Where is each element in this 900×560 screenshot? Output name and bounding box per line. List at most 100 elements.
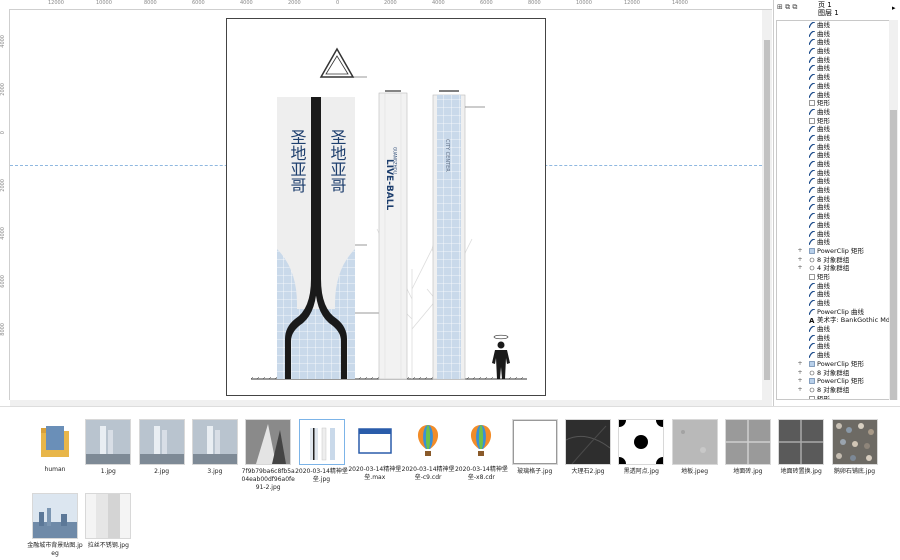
object-list-item[interactable]: 曲线 [777,325,889,334]
group-icon [809,387,815,393]
object-list-item[interactable]: 曲线 [777,186,889,195]
file-item[interactable]: 黑透阿点.jpg [612,413,671,476]
object-list-item[interactable]: 曲线 [777,238,889,247]
file-thumbnail [353,419,397,463]
file-item[interactable]: 2020-03-14精神堡垒.max [347,419,403,482]
file-item[interactable]: 7f9b79ba6c8fb5a04eab00df96a0fe91-2.jpg [240,419,296,492]
object-list-item[interactable]: 曲线 [777,230,889,239]
object-list-item[interactable]: 曲线 [777,64,889,73]
object-list-item[interactable]: 曲线 [777,30,889,39]
curve-icon [808,143,816,150]
file-item[interactable]: 1.jpg [80,419,136,476]
object-list-item[interactable]: 曲线 [777,38,889,47]
expand-toggle-icon[interactable]: + [797,386,803,395]
ruler-tick-label: 10000 [576,0,592,6]
file-item[interactable]: 2020-03-14精神堡垒-x8.cdr [453,419,509,482]
object-list-item[interactable]: 曲线 [777,334,889,343]
file-name: 1.jpg [100,468,116,475]
object-label: 曲线 [817,64,830,73]
file-item[interactable]: 地板.jpeg [667,419,723,476]
object-list-item[interactable]: 曲线 [777,143,889,152]
file-thumbnail [32,493,78,539]
object-list-item[interactable]: 曲线 [777,91,889,100]
object-list-item[interactable]: 矩形 [777,273,889,282]
horizontal-ruler[interactable]: 12000 10000 8000 6000 4000 2000 0 2000 4000 6000 8… [0,0,772,10]
object-label: 曲线 [817,238,830,247]
curve-icon [808,212,816,220]
tower-3-text: CITY CENTER [444,139,450,172]
file-item[interactable]: 玻璃格子.jpg [507,419,563,476]
object-list[interactable]: 曲线 曲线 曲线 曲线 曲线 曲线 曲线 曲线 曲线 矩形 曲线 矩形 曲线 曲线 曲线 曲线 曲线 曲线 曲线 曲线… [776,20,890,400]
object-list-item[interactable]: +8 对象群组 [777,256,889,265]
file-item[interactable]: 鹅卵石铺底.jpg [827,419,883,476]
object-list-item[interactable]: 曲线 [777,108,889,117]
object-list-item[interactable]: +8 对象群组 [777,386,889,395]
file-item[interactable]: 地面砖.jpg [720,419,776,476]
expand-toggle-icon[interactable]: + [797,360,803,369]
object-list-item[interactable]: 曲线 [777,21,889,30]
object-list-item[interactable]: A美术字: BankGothic Md BT (... [777,316,889,325]
expand-toggle-icon[interactable]: + [797,369,803,378]
file-item[interactable]: 3.jpg [187,419,243,476]
object-list-item[interactable]: +4 对象群组 [777,264,889,273]
object-list-item[interactable]: 曲线 [777,82,889,91]
file-item[interactable]: 拉丝不锈钢.jpg [80,493,136,550]
object-list-item[interactable]: 曲线 [777,56,889,65]
layer-label[interactable]: 图层 1 [818,8,839,18]
object-list-item[interactable]: 矩形 [777,117,889,126]
object-list-item[interactable]: 矩形 [777,395,889,399]
object-list-item[interactable]: 曲线 [777,195,889,204]
object-list-item[interactable]: + PowerClip 矩形 [777,377,889,386]
file-item[interactable]: 2.jpg [134,419,190,476]
object-list-item[interactable]: + PowerClip 矩形 [777,247,889,256]
object-list-item[interactable]: 曲线 [777,151,889,160]
object-list-item[interactable]: 曲线 [777,221,889,230]
file-item[interactable]: 2020-03-14精神堡垒.jpg [294,419,350,484]
object-list-item[interactable]: 曲线 [777,290,889,299]
object-list-item[interactable]: 曲线 [777,134,889,143]
expand-toggle-icon[interactable]: + [797,264,803,273]
file-thumbnail [778,419,825,465]
curve-icon [808,186,816,194]
file-thumbnail [138,419,185,465]
expand-toggle-icon[interactable]: + [797,256,803,265]
ruler-tick-label: 2000 [0,179,6,192]
file-item[interactable]: 地面砖置换.jpg [773,419,829,476]
object-list-item[interactable]: +8 对象群组 [777,369,889,378]
object-list-item[interactable]: 曲线 [777,47,889,56]
object-list-item[interactable]: + PowerClip 矩形 [777,360,889,369]
file-item[interactable]: 大理石2.jpg [560,419,616,476]
ruler-tick-label: 4000 [240,0,253,6]
object-list-item[interactable]: 曲线 [777,169,889,178]
file-name: 鹅卵石铺底.jpg [833,468,876,475]
object-list-item[interactable]: 曲线 [777,73,889,82]
file-item[interactable]: 金融城市背景贴图.jpeg [27,493,83,558]
canvas-vertical-scrollbar[interactable] [762,10,772,400]
curve-icon [808,47,816,55]
object-list-item[interactable]: 曲线 [777,177,889,186]
object-list-item[interactable]: 曲线 [777,212,889,221]
object-list-item[interactable]: 曲线 [777,282,889,291]
ruler-tick-label: 10000 [96,0,112,6]
object-list-scrollbar[interactable] [889,20,898,400]
object-list-item[interactable]: 曲线 [777,299,889,308]
object-list-item[interactable]: 曲线 [777,203,889,212]
panel-menu-arrow-icon[interactable]: ▸ [892,4,896,12]
curve-icon [808,325,816,333]
object-manager-panel: ⊞ ⧉ ⧉ 页 1 图层 1 ▸ 曲线 曲线 曲线 曲线 曲线 曲线 曲线 曲线 曲线 矩形 曲线矩… [773,0,900,406]
object-list-item[interactable]: 曲线 [777,125,889,134]
panel-tool-icons[interactable]: ⊞ ⧉ ⧉ [777,3,797,12]
text-icon: A [809,317,815,325]
object-list-item[interactable]: 矩形 [777,99,889,108]
object-list-item[interactable]: 曲线 [777,351,889,360]
curve-icon [808,238,816,246]
object-list-item[interactable]: 曲线 [777,160,889,169]
file-item[interactable]: 2020-03-14精神堡垒-c9.cdr [400,419,456,482]
file-item[interactable]: human [27,419,83,474]
drawing-page[interactable]: 圣地亚哥 圣地亚哥 LIVE-BALL GUANGZHOU CITY CENTE… [226,18,546,396]
vertical-ruler[interactable]: 4000 2000 0 2000 4000 6000 8000 [0,9,10,400]
object-list-item[interactable]: 曲线 [777,342,889,351]
expand-toggle-icon[interactable]: + [797,247,803,256]
expand-toggle-icon[interactable]: + [797,377,803,386]
object-label: 美术字: BankGothic Md BT (... [817,316,890,325]
